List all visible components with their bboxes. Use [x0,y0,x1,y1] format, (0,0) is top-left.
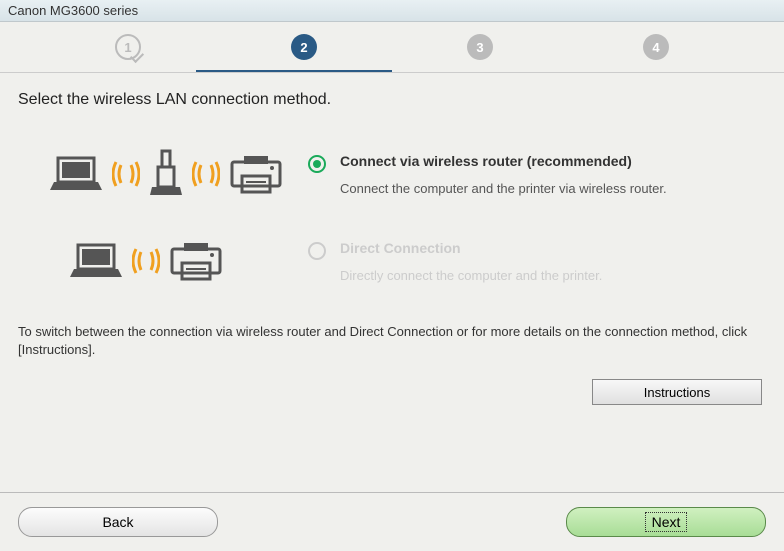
graphic-router-connection [48,149,308,199]
help-text: To switch between the connection via wir… [18,323,766,379]
wifi-waves-icon [112,159,140,189]
instructions-button[interactable]: Instructions [592,379,762,405]
laptop-icon [48,152,104,196]
option-desc: Directly connect the computer and the pr… [340,268,766,283]
wifi-waves-icon [192,159,220,189]
step-2-current: 2 [216,34,392,60]
window-titlebar: Canon MG3600 series [0,0,784,22]
wifi-waves-icon [132,246,160,276]
progress-steps: 1 2 3 4 [0,22,784,60]
graphic-direct-connection [48,239,308,283]
page-heading: Select the wireless LAN connection metho… [18,91,766,109]
option-title: Connect via wireless router (recommended… [340,153,766,169]
printer-icon [168,239,224,283]
step-4-pending: 4 [568,34,744,60]
printer-icon [228,152,284,196]
radio-wireless-router[interactable] [308,155,326,173]
option-title: Direct Connection [340,240,766,256]
radio-direct-connection [308,242,326,260]
step-3-pending: 3 [392,34,568,60]
option-wireless-router[interactable]: Connect via wireless router (recommended… [18,149,766,199]
step-1-completed: 1 [40,34,216,60]
router-icon [148,149,184,199]
next-button[interactable]: Next [566,507,766,537]
option-direct-connection: Direct Connection Directly connect the c… [18,239,766,283]
footer-nav: Back Next [0,492,784,551]
laptop-icon [68,239,124,283]
back-button[interactable]: Back [18,507,218,537]
option-desc: Connect the computer and the printer via… [340,181,766,196]
